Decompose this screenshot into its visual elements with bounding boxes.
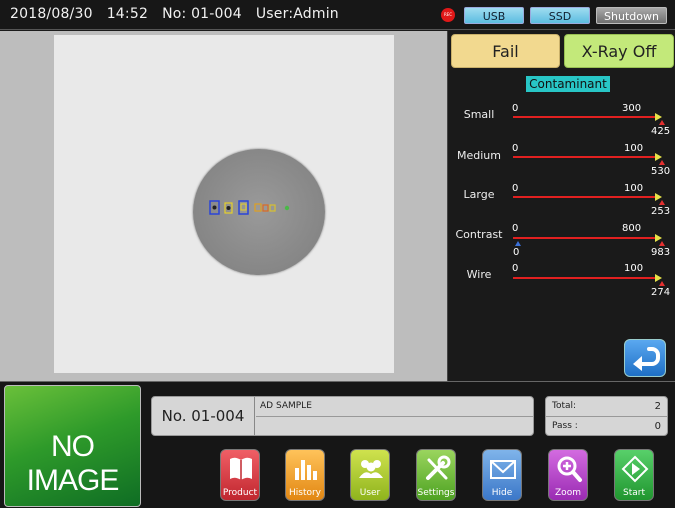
min-value: 0 [512,143,519,154]
history-label: History [288,488,322,498]
pass-label: Pass : [552,421,578,431]
product-no-label: No: 01-004 [162,6,242,22]
history-button[interactable]: History [285,449,325,501]
threshold-value: 100 [624,183,644,194]
return-arrow-icon [633,347,660,371]
usb-button[interactable]: USB [464,7,524,24]
product-info-box: No. 01-004 AD SAMPLE [151,396,534,436]
threshold-value: 100 [624,263,644,274]
threshold-value: 300 [622,103,642,114]
zoom-icon [557,456,582,482]
shutdown-button[interactable]: Shutdown [596,7,667,24]
level-bar [513,277,655,279]
current-value: 530 [651,166,671,177]
divider [546,416,667,417]
product-label: Product [222,488,258,498]
row-label: Wire [466,268,492,281]
detection-markers [209,200,290,215]
total-label: Total: [552,401,577,411]
detection-box-5 [254,203,262,212]
return-button[interactable] [624,339,666,377]
pass-value: 0 [654,421,661,432]
user-label: User:Admin [255,6,339,22]
start-button[interactable]: Start [614,449,654,501]
row-label: Contrast [455,228,503,241]
min-value: 0 [512,263,519,274]
value-marker-icon [659,200,665,205]
level-bar [513,116,655,118]
low-value: 0 [513,247,520,258]
tools-icon [426,455,451,480]
play-icon [621,455,649,483]
value-marker-icon [659,120,665,125]
total-value: 2 [654,401,661,412]
book-icon [230,457,252,480]
value-marker-icon [659,241,665,246]
detection-point-1 [212,205,217,210]
date-label: 2018/08/30 [10,6,93,22]
value-marker-icon [659,160,665,165]
user-label: User [359,488,381,498]
detection-box-4 [240,203,247,211]
detection-point-3 [284,205,290,211]
no-image-label: NO IMAGE [26,430,120,497]
status-info: 2018/08/30 14:52 No: 01-004 User:Admin [10,6,353,22]
threshold-value: 100 [624,143,644,154]
ssd-button[interactable]: SSD [530,7,590,24]
low-marker-icon [515,241,521,246]
settings-label: Settings [417,488,455,498]
fail-status-badge: Fail [451,34,560,68]
detection-box-6 [262,204,269,212]
bar-chart-icon [295,460,317,480]
envelope-icon [490,460,516,479]
current-value: 425 [651,126,671,137]
detection-box-7 [269,204,276,212]
zoom-label: Zoom [555,488,581,498]
result-panel: Fail X-Ray Off Contaminant Small 0 300 4… [447,31,675,381]
bottom-bar: NO IMAGE No. 01-004 AD SAMPLE Total: 2 P… [0,381,675,508]
product-button[interactable]: Product [220,449,260,501]
min-value: 0 [512,103,519,114]
current-value: 253 [651,206,671,217]
count-box: Total: 2 Pass : 0 [545,396,668,436]
detection-box-3 [238,200,249,215]
product-number: No. 01-004 [152,397,255,435]
xray-image [54,35,394,373]
row-label: Large [463,188,495,201]
row-label: Small [463,108,495,121]
user-button[interactable]: User [350,449,390,501]
current-value: 274 [651,287,671,298]
level-bar [513,156,655,158]
level-bar [513,196,655,198]
current-value: 983 [651,247,671,258]
status-bar: 2018/08/30 14:52 No: 01-004 User:Admin REC … [0,0,675,30]
divider [256,416,533,417]
detection-point-2 [226,206,231,210]
level-bar [513,237,655,239]
start-label: Start [623,488,645,498]
threshold-value: 800 [622,223,642,234]
min-value: 0 [512,183,519,194]
row-label: Medium [457,149,501,162]
contaminant-title: Contaminant [526,76,610,92]
min-value: 0 [512,223,519,234]
hide-button[interactable]: Hide [482,449,522,501]
hide-label: Hide [491,488,513,498]
rec-indicator-icon: REC [441,8,455,22]
preview-thumbnail: NO IMAGE [4,385,141,507]
zoom-button[interactable]: Zoom [548,449,588,501]
time-label: 14:52 [106,6,149,22]
xray-off-button[interactable]: X-Ray Off [564,34,674,68]
settings-button[interactable]: Settings [416,449,456,501]
xray-viewer[interactable] [0,31,447,381]
product-name: AD SAMPLE [260,401,312,411]
users-icon [359,460,383,478]
value-marker-icon [659,281,665,286]
